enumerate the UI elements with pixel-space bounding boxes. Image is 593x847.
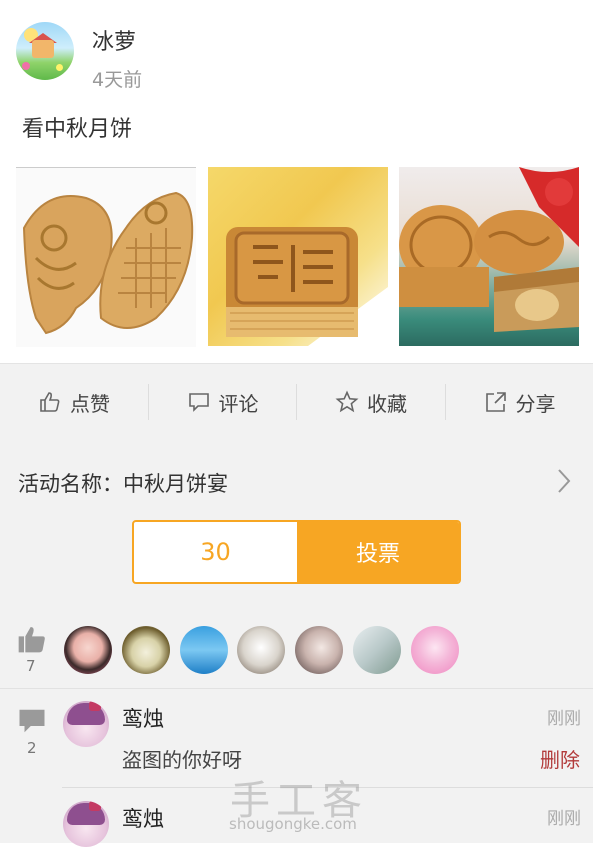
mooncake-plate-illustration [399,167,579,332]
user-avatar[interactable] [16,22,74,80]
commenter-avatar[interactable] [63,801,109,847]
activity-section[interactable]: 活动名称：中秋月饼宴 30 投票 [0,440,593,613]
liker-avatar[interactable] [295,626,343,674]
avatar-house [32,40,54,58]
square-mooncake-illustration [226,227,388,346]
watermark-url: shougongke.com [229,815,357,833]
avatar-flower [56,64,63,71]
vote-box: 30 投票 [132,520,461,584]
liker-avatar[interactable] [122,626,170,674]
post-time: 4天前 [92,69,143,91]
action-bar: 点赞 评论 收藏 分享 [0,363,593,441]
chevron-right-icon[interactable] [556,468,572,494]
like-count: 7 [26,657,36,675]
liker-avatar[interactable] [64,626,112,674]
share-button[interactable]: 分享 [446,364,593,440]
favorite-button[interactable]: 收藏 [297,364,445,440]
delete-comment-button[interactable]: 删除 [540,744,580,773]
post-image-mooncake-plate[interactable] [399,167,579,346]
fish-mooncake-illustration [22,191,194,335]
post-image-fish-mooncakes[interactable] [16,167,196,347]
post-text: 看中秋月饼 [22,117,133,142]
star-icon [335,390,359,413]
liker-avatar[interactable] [180,626,228,674]
comment-button[interactable]: 评论 [149,364,296,440]
post-image-square-mooncake[interactable] [208,167,388,346]
likes-row: 7 [0,612,593,689]
thumbs-up-icon [40,392,60,412]
liker-avatar[interactable] [411,626,459,674]
share-label: 分享 [515,391,556,416]
comment-icon [19,709,45,733]
thumbs-up-icon [18,627,45,653]
commenter-name[interactable]: 鸾烛 [122,803,164,833]
like-label: 点赞 [70,391,110,416]
like-button[interactable]: 点赞 [0,364,148,440]
comment-time: 刚刚 [547,709,581,729]
comment-label: 评论 [218,391,259,416]
avatar-flower [22,62,30,70]
comment-icon [188,393,209,412]
vote-button[interactable]: 投票 [297,522,459,582]
comment-count: 2 [27,739,37,757]
avatar-bow [89,801,101,811]
post-username[interactable]: 冰萝 [92,24,136,56]
commenter-name[interactable]: 鸾烛 [122,703,164,733]
comment-text: 盗图的你好呀 [122,748,242,772]
activity-name: 活动名称：中秋月饼宴 [18,472,228,496]
favorite-label: 收藏 [367,391,407,416]
liker-avatar[interactable] [353,626,401,674]
vote-count: 30 [200,538,231,566]
comment-time: 刚刚 [547,809,581,829]
commenter-avatar[interactable] [63,701,109,747]
liker-avatar[interactable] [237,626,285,674]
share-icon [485,392,506,412]
avatar-bow [89,701,101,711]
